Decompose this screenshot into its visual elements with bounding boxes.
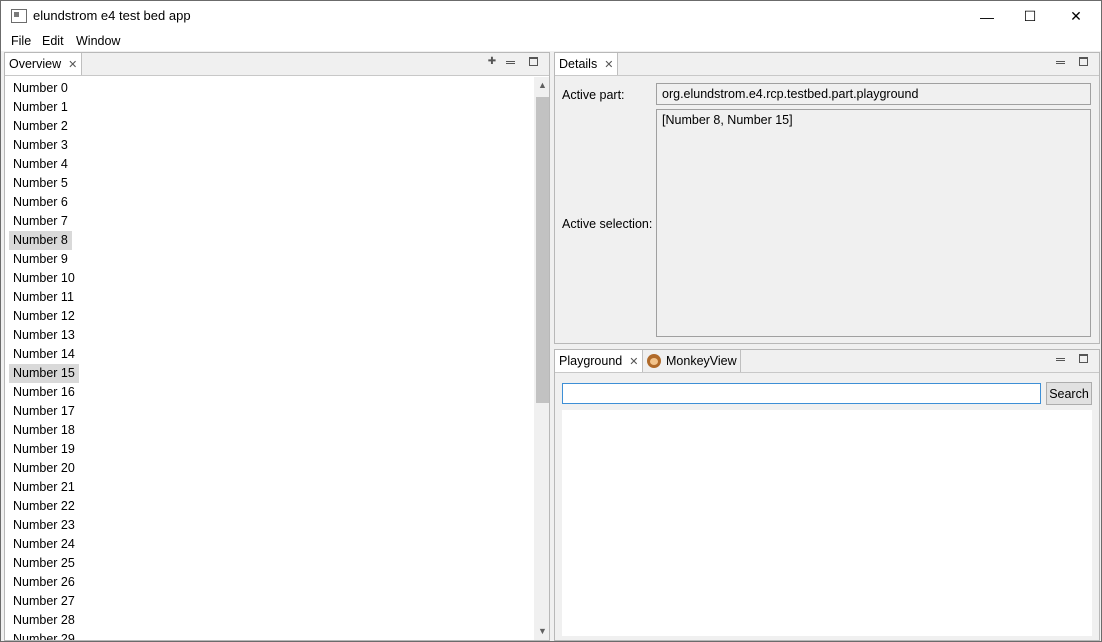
list-item[interactable]: Number 0 bbox=[9, 79, 72, 98]
list-item[interactable]: Number 12 bbox=[9, 307, 79, 326]
tab-details-label: Details bbox=[559, 57, 598, 71]
list-item[interactable]: Number 29 bbox=[9, 630, 79, 640]
tab-monkeyview[interactable]: MonkeyView bbox=[643, 350, 741, 372]
tab-playground[interactable]: Playground ✕ bbox=[555, 350, 643, 372]
close-button[interactable]: ✕ bbox=[1053, 1, 1099, 32]
app-window-icon bbox=[11, 9, 27, 23]
title-bar[interactable]: elundstrom e4 test bed app — ☐ ✕ bbox=[1, 1, 1101, 32]
list-item[interactable]: Number 9 bbox=[9, 250, 72, 269]
overview-tab-row: Overview ✕ ✚ bbox=[5, 53, 549, 76]
details-tab-row: Details ✕ bbox=[555, 53, 1099, 76]
tab-monkeyview-label: MonkeyView bbox=[666, 354, 737, 368]
maximize-part-icon[interactable] bbox=[1078, 353, 1090, 365]
list-item[interactable]: Number 8 bbox=[9, 231, 72, 250]
minimize-part-icon[interactable] bbox=[505, 56, 517, 68]
search-button[interactable]: Search bbox=[1046, 382, 1092, 405]
list-item[interactable]: Number 19 bbox=[9, 440, 79, 459]
close-icon[interactable]: ✕ bbox=[68, 58, 77, 71]
list-item[interactable]: Number 20 bbox=[9, 459, 79, 478]
search-input[interactable] bbox=[562, 383, 1041, 404]
list-item[interactable]: Number 26 bbox=[9, 573, 79, 592]
app-window: elundstrom e4 test bed app — ☐ ✕ File Ed… bbox=[0, 0, 1102, 642]
list-item[interactable]: Number 3 bbox=[9, 136, 72, 155]
list-item[interactable]: Number 16 bbox=[9, 383, 79, 402]
list-item[interactable]: Number 24 bbox=[9, 535, 79, 554]
list-item[interactable]: Number 28 bbox=[9, 611, 79, 630]
menu-bar: File Edit Window bbox=[1, 32, 1101, 51]
list-item[interactable]: Number 4 bbox=[9, 155, 72, 174]
scroll-up-icon[interactable]: ▲ bbox=[534, 77, 549, 94]
list-item[interactable]: Number 23 bbox=[9, 516, 79, 535]
menu-edit[interactable]: Edit bbox=[42, 34, 64, 48]
maximize-button[interactable]: ☐ bbox=[1007, 1, 1053, 32]
active-selection-label: Active selection: bbox=[562, 217, 653, 231]
results-area bbox=[562, 410, 1092, 636]
menu-file[interactable]: File bbox=[11, 34, 31, 48]
list-item[interactable]: Number 21 bbox=[9, 478, 79, 497]
details-part: Details ✕ Active part: org.elundstrom.e4… bbox=[554, 52, 1100, 344]
list-item[interactable]: Number 18 bbox=[9, 421, 79, 440]
close-icon[interactable]: ✕ bbox=[604, 58, 613, 71]
list-item[interactable]: Number 22 bbox=[9, 497, 79, 516]
list-item[interactable]: Number 13 bbox=[9, 326, 79, 345]
list-item[interactable]: Number 1 bbox=[9, 98, 72, 117]
window-title: elundstrom e4 test bed app bbox=[33, 8, 191, 23]
scroll-down-icon[interactable]: ▼ bbox=[534, 623, 549, 640]
playground-part: Playground ✕ MonkeyView Search bbox=[554, 349, 1100, 641]
monkey-icon bbox=[647, 354, 661, 368]
tab-overview-label: Overview bbox=[9, 57, 62, 71]
tab-overview[interactable]: Overview ✕ bbox=[5, 53, 82, 75]
list-item[interactable]: Number 15 bbox=[9, 364, 79, 383]
active-part-field[interactable]: org.elundstrom.e4.rcp.testbed.part.playg… bbox=[656, 83, 1091, 105]
list-item[interactable]: Number 17 bbox=[9, 402, 79, 421]
active-part-label: Active part: bbox=[562, 88, 625, 102]
list-item[interactable]: Number 2 bbox=[9, 117, 72, 136]
tab-details[interactable]: Details ✕ bbox=[555, 53, 618, 75]
minimize-part-icon[interactable] bbox=[1055, 56, 1067, 68]
list-item[interactable]: Number 11 bbox=[9, 288, 78, 307]
active-selection-field[interactable]: [Number 8, Number 15] bbox=[656, 109, 1091, 337]
menu-window[interactable]: Window bbox=[76, 34, 120, 48]
scrollbar-thumb[interactable] bbox=[536, 97, 549, 403]
view-menu-icon[interactable]: ✚ bbox=[486, 56, 498, 68]
maximize-part-icon[interactable] bbox=[1078, 56, 1090, 68]
overview-part: Overview ✕ ✚ Number 0 Number 1 Number 2 Num… bbox=[4, 52, 550, 641]
list-item[interactable]: Number 6 bbox=[9, 193, 72, 212]
list-item[interactable]: Number 27 bbox=[9, 592, 79, 611]
playground-tab-row: Playground ✕ MonkeyView bbox=[555, 350, 1099, 373]
minimize-button[interactable]: — bbox=[964, 1, 1010, 32]
list-item[interactable]: Number 5 bbox=[9, 174, 72, 193]
overview-scrollbar[interactable]: ▲ ▼ bbox=[534, 77, 549, 640]
minimize-part-icon[interactable] bbox=[1055, 353, 1067, 365]
list-item[interactable]: Number 14 bbox=[9, 345, 79, 364]
list-item[interactable]: Number 25 bbox=[9, 554, 79, 573]
list-item[interactable]: Number 10 bbox=[9, 269, 79, 288]
list-item[interactable]: Number 7 bbox=[9, 212, 72, 231]
maximize-part-icon[interactable] bbox=[528, 56, 540, 68]
close-icon[interactable]: ✕ bbox=[629, 355, 638, 368]
tab-playground-label: Playground bbox=[559, 354, 623, 368]
